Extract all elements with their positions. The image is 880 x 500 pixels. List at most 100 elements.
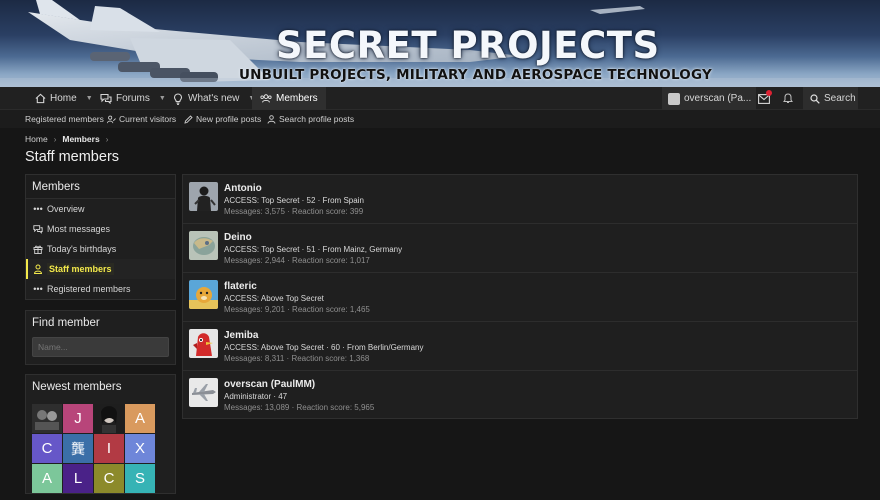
member-stats: Messages: 3,575 · Reaction score: 399 [224, 207, 364, 216]
subnav-current-visitors[interactable]: Current visitors [107, 110, 176, 128]
avatar[interactable]: A [125, 404, 155, 433]
member-name[interactable]: Antonio [224, 183, 262, 194]
sidebar-item-staff-members[interactable]: Staff members [26, 259, 175, 279]
breadcrumb-home[interactable]: Home [25, 134, 48, 144]
user-badge-icon [33, 264, 43, 274]
search-label: Search [824, 93, 856, 104]
sub-nav: Registered members Current visitors New … [0, 110, 880, 128]
avatar[interactable]: 龔 [63, 434, 93, 463]
comments-icon [33, 224, 43, 234]
site-title: SECRET PROJECTS [276, 24, 660, 67]
subnav-search-profile-posts[interactable]: Search profile posts [267, 110, 354, 128]
pencil-icon [184, 114, 193, 124]
member-avatar[interactable] [189, 378, 218, 407]
avatar[interactable]: I [94, 434, 124, 463]
chevron-down-icon[interactable]: ▼ [86, 95, 93, 102]
subnav-search-posts-label: Search profile posts [279, 114, 355, 124]
sidebar-item-label: Registered members [47, 284, 131, 294]
newest-members-grid: J A C 龔 I X A L C S [26, 399, 175, 498]
subnav-registered-members[interactable]: Registered members [25, 110, 104, 128]
main-nav: Home ▼ Forums ▼ What's new ▼ Members ove… [0, 87, 880, 110]
find-member-block: Find member [25, 310, 176, 365]
member-meta: Administrator · 47 [224, 392, 288, 401]
nav-members-label: Members [276, 93, 318, 104]
member-row: overscan (PaulMM) Administrator · 47 Mes… [183, 371, 857, 420]
newest-members-block: Newest members J A C 龔 I X A L C S [25, 374, 176, 494]
sidebar-item-overview[interactable]: ••• Overview [26, 199, 175, 219]
sidebar-item-registered-members[interactable]: ••• Registered members [26, 279, 175, 299]
nav-forums-label: Forums [116, 93, 150, 104]
member-avatar[interactable] [189, 182, 218, 211]
page-title: Staff members [25, 149, 120, 165]
subnav-visitors-label: Current visitors [119, 114, 177, 124]
home-icon [34, 93, 46, 105]
comments-icon [100, 93, 112, 105]
subnav-new-profile-posts[interactable]: New profile posts [184, 110, 261, 128]
member-avatar[interactable] [189, 231, 218, 260]
member-meta: ACCESS: Above Top Secret · 60 · From Ber… [224, 343, 424, 352]
avatar[interactable]: C [94, 464, 124, 493]
user-name: overscan (Pa... [684, 93, 752, 104]
nav-home[interactable]: Home ▼ [34, 87, 93, 110]
site-banner[interactable]: SECRET PROJECTS UNBUILT PROJECTS, MILITA… [0, 0, 880, 87]
avatar[interactable]: X [125, 434, 155, 463]
breadcrumb: Home › Members › [25, 134, 108, 144]
member-name[interactable]: flateric [224, 281, 257, 292]
sidebar-item-label: Most messages [47, 224, 111, 234]
user-avatar [668, 92, 680, 105]
find-member-title: Find member [26, 311, 175, 335]
ellipsis-icon: ••• [33, 284, 43, 294]
member-row: Jemiba ACCESS: Above Top Secret · 60 · F… [183, 322, 857, 371]
member-row: flateric ACCESS: Above Top Secret Messag… [183, 273, 857, 322]
user-edit-icon [107, 115, 116, 124]
avatar[interactable] [94, 404, 124, 433]
bell-icon [783, 93, 793, 104]
avatar[interactable]: C [32, 434, 62, 463]
search-button[interactable]: Search [803, 87, 858, 110]
sidebar-item-birthdays[interactable]: Today's birthdays [26, 239, 175, 259]
nav-members[interactable]: Members [252, 87, 326, 110]
member-name[interactable]: Deino [224, 232, 252, 243]
inbox-button[interactable] [752, 87, 776, 110]
find-member-input[interactable] [32, 337, 169, 357]
member-name[interactable]: Jemiba [224, 330, 258, 341]
nav-home-label: Home [50, 93, 77, 104]
breadcrumb-members[interactable]: Members [62, 134, 99, 144]
member-avatar[interactable] [189, 280, 218, 309]
site-subtitle: UNBUILT PROJECTS, MILITARY AND AEROSPACE… [239, 67, 712, 83]
users-icon [260, 93, 272, 105]
member-name[interactable]: overscan (PaulMM) [224, 379, 315, 390]
member-stats: Messages: 2,944 · Reaction score: 1,017 [224, 256, 370, 265]
user-search-icon [267, 114, 276, 124]
subnav-profile-posts-label: New profile posts [196, 114, 262, 124]
subnav-registered-label: Registered members [25, 114, 104, 124]
avatar[interactable]: J [63, 404, 93, 433]
member-row: Antonio ACCESS: Top Secret · 52 · From S… [183, 175, 857, 224]
newest-members-title: Newest members [26, 375, 175, 399]
sidebar-item-most-messages[interactable]: Most messages [26, 219, 175, 239]
avatar[interactable]: A [32, 464, 62, 493]
sidebar-item-label: Overview [47, 204, 85, 214]
avatar[interactable] [32, 404, 62, 433]
member-stats: Messages: 13,089 · Reaction score: 5,965 [224, 403, 375, 412]
member-stats: Messages: 8,311 · Reaction score: 1,368 [224, 354, 370, 363]
members-nav-block: Members ••• Overview Most messages Today… [25, 174, 176, 300]
gift-icon [33, 244, 43, 254]
chevron-down-icon[interactable]: ▼ [159, 95, 166, 102]
nav-forums[interactable]: Forums ▼ [100, 87, 166, 110]
lightbulb-icon [172, 92, 184, 105]
member-avatar[interactable] [189, 329, 218, 358]
alerts-button[interactable] [776, 87, 800, 110]
page: SECRET PROJECTS UNBUILT PROJECTS, MILITA… [0, 0, 880, 500]
members-block-title: Members [26, 175, 175, 199]
avatar[interactable]: S [125, 464, 155, 493]
avatar[interactable]: L [63, 464, 93, 493]
member-row: Deino ACCESS: Top Secret · 51 · From Mai… [183, 224, 857, 273]
staff-member-list: Antonio ACCESS: Top Secret · 52 · From S… [182, 174, 858, 419]
sidebar-item-label: Staff members [47, 263, 114, 275]
nav-whats-new[interactable]: What's new ▼ [172, 87, 255, 110]
chevron-right-icon: › [53, 134, 57, 144]
ellipsis-icon: ••• [33, 204, 43, 214]
user-menu[interactable]: overscan (Pa... [662, 87, 756, 110]
member-meta: ACCESS: Top Secret · 51 · From Mainz, Ge… [224, 245, 403, 254]
